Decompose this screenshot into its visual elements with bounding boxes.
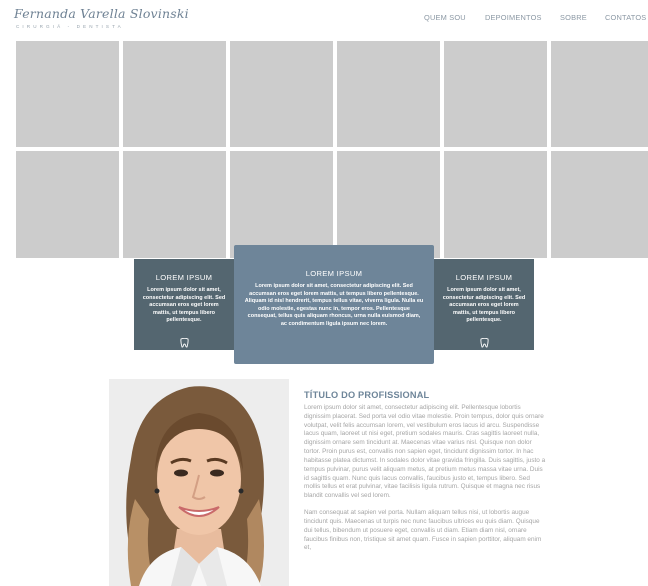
logo-name: Fernanda Varella Slovinski <box>14 6 189 21</box>
gallery-tile[interactable] <box>16 41 119 147</box>
gallery-tile[interactable] <box>16 151 119 258</box>
nav-link-quem-sou[interactable]: QUEM SOU <box>424 13 466 22</box>
nav-link-sobre[interactable]: SOBRE <box>560 13 587 22</box>
tooth-icon <box>480 338 489 348</box>
logo-subtitle: CIRURGIÃ - DENTISTA <box>16 24 124 29</box>
image-gallery <box>16 41 648 258</box>
nav-link-depoimentos[interactable]: DEPOIMENTOS <box>485 13 542 22</box>
tooth-icon <box>180 338 189 348</box>
site-header: Fernanda Varella Slovinski CIRURGIÃ - DE… <box>0 0 648 40</box>
profile-paragraph: Nam consequat at sapien vel porta. Nulla… <box>304 509 542 552</box>
card-text: Lorem ipsum dolor sit amet, consectetur … <box>244 283 424 327</box>
gallery-tile[interactable] <box>444 151 547 258</box>
nav-link-contatos[interactable]: CONTATOS <box>605 13 646 22</box>
card-title: LOREM IPSUM <box>455 273 513 282</box>
logo[interactable]: Fernanda Varella Slovinski CIRURGIÃ - DE… <box>14 6 189 29</box>
card-title: LOREM IPSUM <box>155 273 213 282</box>
gallery-tile[interactable] <box>230 151 333 258</box>
profile-section: TÍTULO DO PROFISSIONAL Lorem ipsum dolor… <box>304 390 547 553</box>
profile-paragraph: Lorem ipsum dolor sit amet, consectetur … <box>304 404 546 500</box>
profile-portrait <box>109 379 289 586</box>
service-card-center[interactable]: LOREM IPSUM Lorem ipsum dolor sit amet, … <box>234 245 434 364</box>
card-text: Lorem ipsum dolor sit amet, consectetur … <box>442 287 526 324</box>
service-card-right[interactable]: LOREM IPSUM Lorem ipsum dolor sit amet, … <box>434 259 534 350</box>
gallery-tile[interactable] <box>230 41 333 147</box>
gallery-tile[interactable] <box>551 151 648 258</box>
gallery-tile[interactable] <box>337 151 440 258</box>
profile-photo <box>109 379 289 586</box>
gallery-tile[interactable] <box>123 41 226 147</box>
gallery-tile[interactable] <box>337 41 440 147</box>
card-title: LOREM IPSUM <box>305 269 363 278</box>
card-text: Lorem ipsum dolor sit amet, consectetur … <box>142 287 226 324</box>
gallery-tile[interactable] <box>123 151 226 258</box>
gallery-tile[interactable] <box>444 41 547 147</box>
gallery-tile[interactable] <box>551 41 648 147</box>
profile-title: TÍTULO DO PROFISSIONAL <box>304 390 430 400</box>
service-card-left[interactable]: LOREM IPSUM Lorem ipsum dolor sit amet, … <box>134 259 234 350</box>
